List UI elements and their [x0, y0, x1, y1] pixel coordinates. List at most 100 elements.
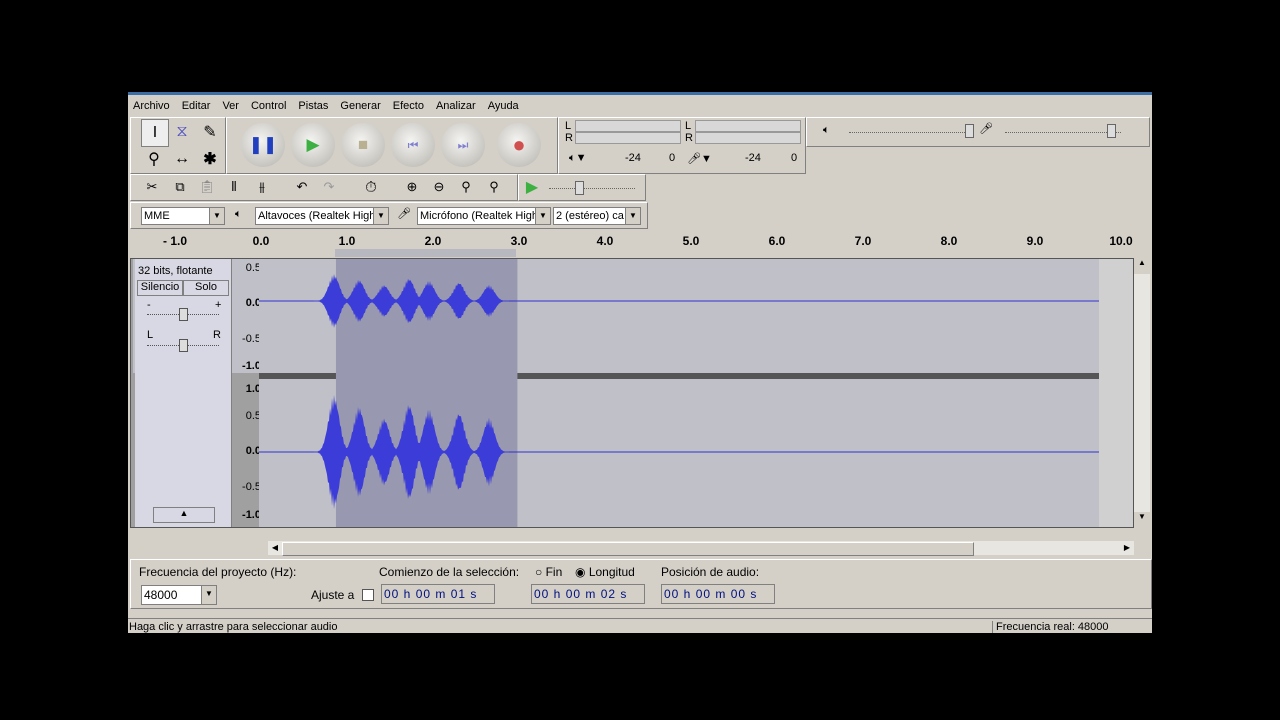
- scale-label: 0.5: [245, 410, 261, 422]
- meter-left-label: L: [565, 120, 572, 132]
- play-at-speed-button[interactable]: ▶: [521, 176, 543, 198]
- project-rate-value: 48000: [144, 588, 178, 602]
- mute-button[interactable]: Silencio: [137, 280, 183, 296]
- slider-thumb[interactable]: [965, 124, 974, 138]
- output-volume-icon: 🔈︎: [823, 124, 830, 136]
- record-meter-left: [695, 120, 801, 132]
- menu-control[interactable]: Control: [246, 98, 293, 115]
- skip-end-button[interactable]: ⏭: [441, 123, 485, 167]
- fin-label: Fin: [545, 565, 563, 579]
- snap-to-checkbox[interactable]: [362, 589, 374, 601]
- snap-to-label: Ajuste a: [311, 588, 355, 602]
- ruler-tick-label: 3.0: [510, 234, 528, 248]
- ruler-tick-label: 6.0: [768, 234, 786, 248]
- audio-position-field[interactable]: 00 h 00 m 00 s: [661, 584, 775, 604]
- ruler-tick-label: 2.0: [424, 234, 442, 248]
- track-area: 32 bits, flotante Silencio Solo - + L R …: [130, 258, 1134, 528]
- project-rate-label: Frecuencia del proyecto (Hz):: [139, 565, 297, 579]
- scroll-up-icon[interactable]: ▲: [1134, 258, 1150, 274]
- skip-start-button[interactable]: ⏮: [391, 123, 435, 167]
- scale-label: 0.0: [245, 445, 261, 457]
- output-device-value: Altavoces (Realtek High: [258, 210, 376, 222]
- vertical-scrollbar[interactable]: ▲ ▼: [1134, 258, 1150, 528]
- meter-tick: -24: [625, 152, 641, 164]
- timeshift-tool-icon[interactable]: ↔: [169, 146, 195, 172]
- scale-label: -1.0: [242, 360, 261, 372]
- zoom-tool-icon[interactable]: ⚲: [141, 146, 167, 172]
- ruler-tick-label: 5.0: [682, 234, 700, 248]
- output-volume-slider[interactable]: [849, 132, 973, 133]
- menu-generar[interactable]: Generar: [335, 98, 387, 115]
- scroll-left-icon[interactable]: ◀: [268, 541, 282, 555]
- record-meter-right-label: R: [685, 132, 693, 144]
- channels-select[interactable]: 2 (estéreo) ca ▼: [553, 207, 641, 225]
- zoom-in-icon[interactable]: ⊕: [401, 176, 423, 198]
- slider-thumb[interactable]: [575, 181, 584, 195]
- speed-slider[interactable]: [549, 188, 635, 189]
- menu-archivo[interactable]: Archivo: [128, 98, 177, 115]
- scroll-down-icon[interactable]: ▼: [1134, 512, 1150, 528]
- output-device-select[interactable]: Altavoces (Realtek High ▼: [255, 207, 389, 225]
- waveform-display[interactable]: [259, 259, 1133, 527]
- timeline-ruler[interactable]: - 1.0 0.0 1.0 2.0 3.0 4.0 5.0 6.0 7.0 8.0 9.0 10.0: [130, 231, 1150, 257]
- gain-plus-label: +: [215, 299, 222, 311]
- copy-icon[interactable]: ⧉: [169, 176, 191, 198]
- cut-icon[interactable]: ✂: [141, 176, 163, 198]
- selection-start-field[interactable]: 00 h 00 m 01 s: [381, 584, 495, 604]
- redo-icon[interactable]: ↷: [318, 176, 340, 198]
- scale-label: 1.0: [245, 383, 261, 395]
- pause-button[interactable]: ❚❚: [241, 123, 285, 167]
- stop-button[interactable]: ■: [341, 123, 385, 167]
- host-select[interactable]: MME ▼: [141, 207, 225, 225]
- menu-pistas[interactable]: Pistas: [293, 98, 335, 115]
- longitud-radio[interactable]: ◉ Longitud: [575, 565, 635, 579]
- track-end-area: [1099, 259, 1133, 527]
- sync-lock-icon[interactable]: ⏱: [360, 176, 382, 198]
- speaker-icon: 🔈︎: [235, 208, 242, 220]
- multi-tool-icon[interactable]: ✱: [197, 146, 223, 172]
- ruler-tick-label: 10.0: [1109, 234, 1133, 248]
- microphone-icon[interactable]: 🎤︎▼: [687, 152, 712, 165]
- fin-radio[interactable]: ○ Fin: [535, 565, 562, 579]
- slider-thumb[interactable]: [1107, 124, 1116, 138]
- input-device-select[interactable]: Micrófono (Realtek High ▼: [417, 207, 551, 225]
- selection-length-value: 00 h 00 m 02 s: [534, 587, 628, 601]
- input-volume-slider[interactable]: [1005, 132, 1121, 133]
- play-button[interactable]: ▶: [291, 123, 335, 167]
- actual-rate: Frecuencia real: 48000: [992, 621, 1109, 633]
- paste-icon[interactable]: 📋︎: [196, 176, 218, 198]
- project-rate-select[interactable]: 48000 ▼: [141, 585, 217, 605]
- ruler-tick-label: 7.0: [854, 234, 872, 248]
- fit-selection-icon[interactable]: ⚲: [455, 176, 477, 198]
- fit-project-icon[interactable]: ⚲: [483, 176, 505, 198]
- scale-label: 0.0: [245, 297, 261, 309]
- play-at-speed-toolbar: ▶: [518, 174, 646, 201]
- record-button[interactable]: ●: [497, 123, 541, 167]
- selection-length-field[interactable]: 00 h 00 m 02 s: [531, 584, 645, 604]
- menu-ver[interactable]: Ver: [217, 98, 246, 115]
- scale-label: -0.5: [242, 333, 261, 345]
- audio-position-label: Posición de audio:: [661, 565, 760, 579]
- draw-tool-icon[interactable]: ✎: [197, 119, 223, 145]
- menu-editar[interactable]: Editar: [177, 98, 218, 115]
- solo-button[interactable]: Solo: [183, 280, 229, 296]
- microphone-icon: 🎤︎: [397, 208, 411, 220]
- slider-thumb[interactable]: [179, 339, 188, 352]
- zoom-out-icon[interactable]: ⊖: [428, 176, 450, 198]
- scroll-right-icon[interactable]: ▶: [1120, 541, 1134, 555]
- ruler-selection-marker: [334, 249, 517, 257]
- menu-ayuda[interactable]: Ayuda: [483, 98, 526, 115]
- trim-icon[interactable]: ⫴: [223, 176, 245, 198]
- selection-tool-icon[interactable]: I: [141, 119, 169, 147]
- silence-icon[interactable]: ⫵: [251, 176, 273, 198]
- menu-analizar[interactable]: Analizar: [431, 98, 483, 115]
- ruler-tick-label: 9.0: [1026, 234, 1044, 248]
- horizontal-scrollbar[interactable]: ◀ ▶: [268, 541, 1134, 556]
- speaker-icon[interactable]: 🔈︎▼: [569, 152, 587, 165]
- scroll-thumb[interactable]: [282, 542, 974, 556]
- envelope-tool-icon[interactable]: ⧖: [169, 119, 195, 145]
- slider-thumb[interactable]: [179, 308, 188, 321]
- status-bar: Haga clic y arrastre para seleccionar au…: [128, 618, 1152, 634]
- undo-icon[interactable]: ↶: [291, 176, 313, 198]
- menu-efecto[interactable]: Efecto: [388, 98, 431, 115]
